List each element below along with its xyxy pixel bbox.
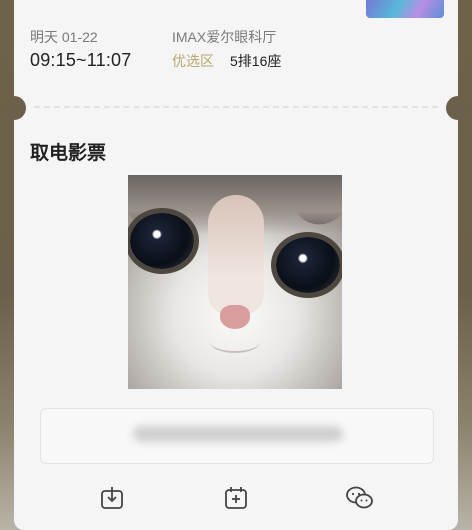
download-icon <box>101 487 123 509</box>
cat-eye-right <box>276 237 340 293</box>
add-calendar-action[interactable] <box>216 485 256 511</box>
show-time: 09:15~11:07 <box>30 50 132 70</box>
ticket-card: 明天 01-22 09:15~11:07 IMAX爱尔眼科厅 优选区 5排16座… <box>2 0 470 530</box>
dashed-divider <box>34 106 438 108</box>
share-wechat-action[interactable] <box>340 485 380 511</box>
ticket-notch-right <box>446 96 470 120</box>
zone-tag: 优选区 <box>172 53 214 69</box>
ticket-code-image[interactable] <box>128 175 342 389</box>
cat-blaze <box>208 195 264 315</box>
save-ticket-action[interactable] <box>92 485 132 511</box>
calendar-add-icon <box>225 487 247 509</box>
show-date: 明天 01-22 <box>30 29 98 45</box>
cat-mouth <box>210 331 260 353</box>
cat-eye-left <box>130 213 194 269</box>
hall-name: IMAX爱尔眼科厅 <box>172 29 277 45</box>
blurred-ticket-code <box>133 426 343 442</box>
cat-nose <box>220 305 250 329</box>
section-title: 取电影票 <box>30 143 107 164</box>
wechat-icon <box>346 486 373 509</box>
seat-info: 5排16座 <box>230 53 282 69</box>
movie-poster-thumbnail[interactable] <box>366 0 444 18</box>
ticket-notch-left <box>2 96 26 120</box>
ticket-code-box <box>40 408 434 464</box>
